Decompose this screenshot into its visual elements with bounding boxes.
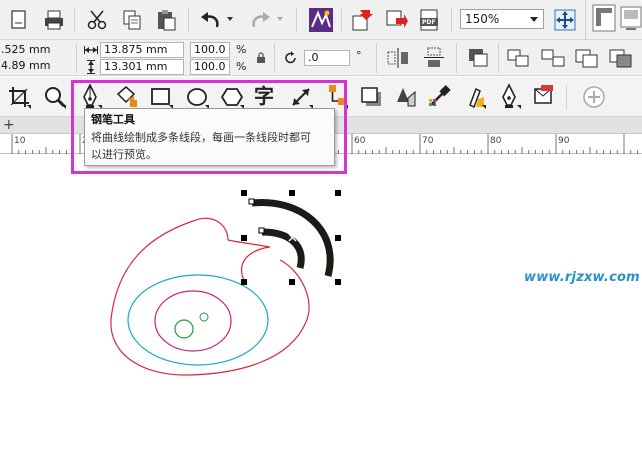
smart-fill-tool-icon[interactable]	[114, 84, 140, 110]
undo-icon[interactable]	[199, 9, 223, 31]
full-screen-preview-icon[interactable]	[553, 8, 577, 32]
pen-tool-icon[interactable]	[78, 83, 104, 111]
connector-tool-icon[interactable]	[324, 83, 350, 111]
drop-shadow-tool-icon[interactable]	[359, 85, 385, 111]
height-field[interactable]: 13.301 mm	[100, 59, 184, 75]
trim-icon[interactable]	[608, 47, 634, 69]
width-icon	[84, 45, 98, 55]
node-handle[interactable]	[258, 227, 265, 234]
chevron-down-icon[interactable]	[530, 17, 538, 22]
green-circle-large[interactable]	[174, 319, 194, 339]
interactive-fill-tool-icon[interactable]	[462, 83, 488, 111]
corel-launcher-icon[interactable]	[308, 7, 334, 33]
scale-x-field[interactable]: 100.0	[190, 42, 230, 58]
add-document-tab[interactable]: +	[3, 117, 15, 133]
mirror-horizontal-icon[interactable]	[386, 47, 410, 69]
watermark-text: www.rjzxw.com	[524, 270, 640, 285]
rotation-icon	[284, 51, 298, 65]
mirror-vertical-icon[interactable]	[422, 47, 446, 69]
tooltip-title: 钢笔工具	[91, 113, 135, 126]
cut-icon[interactable]	[86, 9, 108, 31]
group-icon[interactable]	[466, 47, 490, 69]
drawing-canvas[interactable]	[0, 155, 642, 473]
text-tool-icon[interactable]: 字	[254, 84, 274, 108]
lock-ratio-icon[interactable]	[256, 52, 266, 64]
transparency-tool-icon[interactable]	[393, 84, 419, 110]
color-eyedropper-tool-icon[interactable]	[427, 83, 453, 111]
envelope-tool-icon[interactable]	[531, 83, 557, 111]
ruler-label: 80	[490, 136, 502, 146]
undo-dropdown-icon[interactable]	[226, 15, 234, 23]
standard-toolbar: PDF 150%	[0, 0, 642, 40]
export-icon[interactable]	[384, 8, 408, 32]
application-launcher-icon[interactable]	[620, 6, 642, 32]
scale-x-percent: %	[236, 43, 247, 56]
ruler-label: 70	[422, 136, 434, 146]
outer-curve-shape[interactable]	[110, 217, 310, 376]
magenta-ellipse[interactable]	[154, 290, 232, 352]
y-position-field[interactable]: 4.89 mm	[0, 59, 70, 75]
green-circle-small[interactable]	[199, 312, 209, 322]
scale-y-percent: %	[236, 60, 247, 73]
print-icon[interactable]	[43, 9, 65, 31]
property-bar: .525 mm 4.89 mm 13.875 mm 13.301 mm 100.…	[0, 40, 642, 76]
paste-icon[interactable]	[155, 9, 177, 31]
ruler-label: 60	[354, 136, 366, 146]
pen-tool-tooltip: 钢笔工具 将曲线绘制成多条线段，每画一条线段时都可 以进行预览。	[84, 108, 335, 166]
break-apart-icon[interactable]	[540, 47, 566, 69]
redo-dropdown-icon[interactable]	[276, 15, 284, 23]
zoom-level-combo[interactable]: 150%	[460, 9, 544, 29]
import-icon[interactable]	[350, 8, 374, 32]
copy-icon[interactable]	[121, 9, 143, 31]
new-document-icon[interactable]	[8, 9, 30, 31]
rotation-degree: °	[356, 49, 362, 62]
weld-icon[interactable]	[574, 47, 600, 69]
tooltip-description-line-1: 将曲线绘制成多条线段，每画一条线段时都可	[91, 131, 311, 144]
redo-icon[interactable]	[248, 9, 272, 31]
combine-icon[interactable]	[506, 47, 532, 69]
x-position-field[interactable]: .525 mm	[0, 43, 70, 59]
height-icon	[86, 60, 96, 74]
scale-y-field[interactable]: 100.0	[190, 59, 230, 75]
tooltip-description-line-2: 以进行预览。	[91, 148, 157, 161]
view-options-icon[interactable]	[592, 4, 616, 32]
inner-arc-stroke[interactable]	[261, 228, 305, 269]
zoom-value: 150%	[465, 12, 500, 26]
cyan-ellipse[interactable]	[127, 274, 269, 366]
add-tool-icon[interactable]	[582, 85, 606, 109]
rotation-field[interactable]: .0	[304, 50, 350, 66]
smart-drawing-tool-icon[interactable]	[497, 83, 523, 111]
pdf-label: PDF	[422, 19, 436, 26]
crop-tool-icon[interactable]	[7, 85, 33, 111]
width-field[interactable]: 13.875 mm	[100, 42, 184, 58]
zoom-tool-icon[interactable]	[42, 85, 68, 111]
ruler-label: 90	[558, 136, 570, 146]
ruler-label: 10	[14, 136, 26, 146]
node-handle[interactable]	[248, 198, 255, 205]
